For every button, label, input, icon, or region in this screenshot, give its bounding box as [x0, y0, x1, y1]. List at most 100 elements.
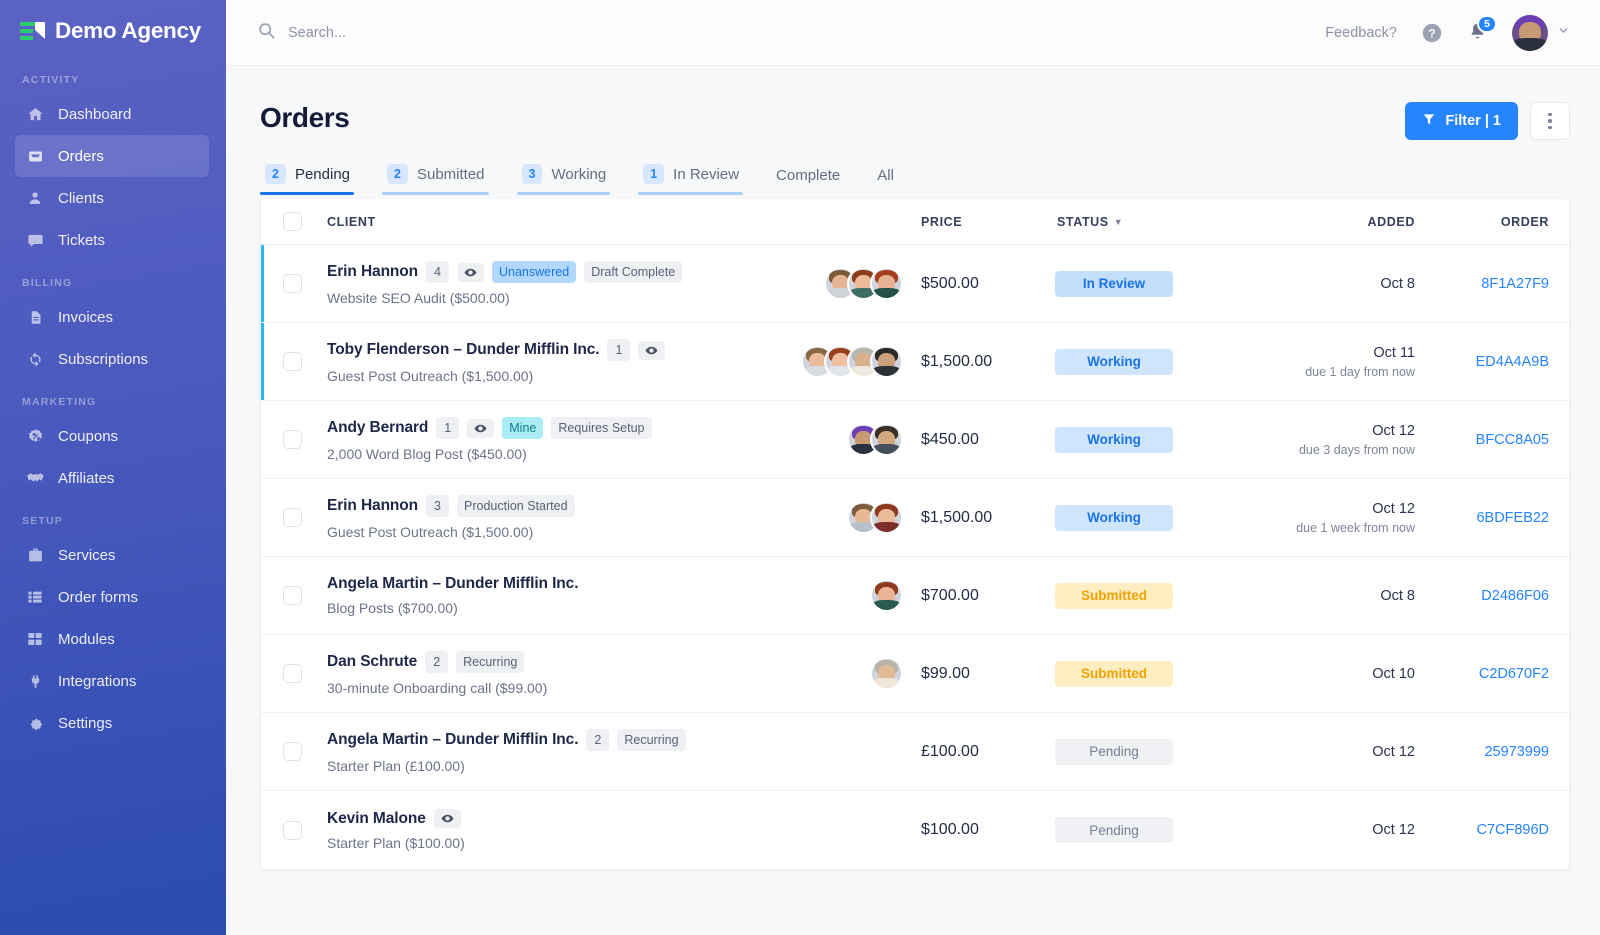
- added-cell: Oct 12: [1265, 822, 1415, 838]
- eye-icon[interactable]: [467, 419, 494, 438]
- price-cell: $700.00: [907, 587, 1055, 605]
- client-title-row: Toby Flenderson – Dunder Mifflin Inc.1: [327, 339, 767, 361]
- row-checkbox[interactable]: [283, 664, 302, 683]
- row-select-cell: [283, 508, 327, 527]
- search-input[interactable]: [288, 25, 608, 41]
- row-checkbox[interactable]: [283, 430, 302, 449]
- status-badge[interactable]: Submitted: [1055, 583, 1173, 609]
- row-checkbox[interactable]: [283, 274, 302, 293]
- header-order[interactable]: ORDER: [1415, 215, 1549, 229]
- tab-label: Submitted: [417, 166, 485, 183]
- order-id-link[interactable]: 8F1A27F9: [1481, 276, 1549, 292]
- filter-button-label: Filter | 1: [1445, 113, 1501, 129]
- eye-icon[interactable]: [457, 263, 484, 282]
- sidebar-item-integrations[interactable]: Integrations: [15, 660, 209, 702]
- filter-button[interactable]: Filter | 1: [1405, 102, 1518, 140]
- status-badge[interactable]: Working: [1055, 505, 1173, 531]
- sidebar-item-label: Subscriptions: [58, 351, 148, 368]
- table-row[interactable]: Toby Flenderson – Dunder Mifflin Inc.1Gu…: [261, 323, 1569, 401]
- user-menu[interactable]: [1512, 15, 1570, 51]
- header-client[interactable]: CLIENT: [327, 215, 767, 229]
- order-id-link[interactable]: 6BDFEB22: [1476, 510, 1549, 526]
- row-select-cell: [283, 586, 327, 605]
- row-checkbox[interactable]: [283, 821, 302, 840]
- sidebar-item-tickets[interactable]: Tickets: [15, 219, 209, 261]
- client-name[interactable]: Angela Martin – Dunder Mifflin Inc.: [327, 731, 578, 749]
- table-row[interactable]: Angela Martin – Dunder Mifflin Inc.Blog …: [261, 557, 1569, 635]
- status-badge[interactable]: Working: [1055, 427, 1173, 453]
- row-checkbox[interactable]: [283, 352, 302, 371]
- row-checkbox[interactable]: [283, 508, 302, 527]
- avatar: [870, 423, 903, 456]
- row-checkbox[interactable]: [283, 586, 302, 605]
- order-id-link[interactable]: C7CF896D: [1476, 822, 1549, 838]
- order-id-link[interactable]: BFCC8A05: [1476, 432, 1549, 448]
- order-id-link[interactable]: C2D670F2: [1479, 666, 1549, 682]
- header-added[interactable]: ADDED: [1265, 215, 1415, 229]
- client-name[interactable]: Kevin Malone: [327, 810, 426, 828]
- status-badge[interactable]: Submitted: [1055, 661, 1173, 687]
- status-tag: Mine: [502, 417, 543, 439]
- tab-working[interactable]: 3Working: [517, 164, 625, 195]
- more-vertical-icon[interactable]: [1530, 102, 1570, 140]
- row-checkbox[interactable]: [283, 742, 302, 761]
- help-circle-icon[interactable]: ?: [1421, 22, 1443, 44]
- status-badge[interactable]: Pending: [1055, 817, 1173, 843]
- sidebar-item-services[interactable]: Services: [15, 534, 209, 576]
- sidebar-item-coupons[interactable]: Coupons: [15, 415, 209, 457]
- client-name[interactable]: Andy Bernard: [327, 419, 428, 437]
- sidebar-item-orders[interactable]: Orders: [15, 135, 209, 177]
- status-cell: Working: [1055, 505, 1265, 531]
- bell-icon[interactable]: 5: [1467, 22, 1488, 43]
- sidebar-item-settings[interactable]: Settings: [15, 702, 209, 744]
- brand-name: Demo Agency: [55, 18, 201, 44]
- sidebar-item-clients[interactable]: Clients: [15, 177, 209, 219]
- table-row[interactable]: Erin Hannon4UnansweredDraft CompleteWebs…: [261, 245, 1569, 323]
- feedback-link[interactable]: Feedback?: [1325, 25, 1397, 41]
- sidebar-item-label: Invoices: [58, 309, 113, 326]
- table-row[interactable]: Andy Bernard1MineRequires Setup2,000 Wor…: [261, 401, 1569, 479]
- sidebar-item-affiliates[interactable]: Affiliates: [15, 457, 209, 499]
- tab-submitted[interactable]: 2Submitted: [382, 164, 503, 195]
- tab-in-review[interactable]: 1In Review: [638, 164, 757, 195]
- tab-all[interactable]: All: [872, 167, 912, 195]
- sidebar-item-invoices[interactable]: Invoices: [15, 296, 209, 338]
- header-status[interactable]: STATUS ▼: [1055, 215, 1265, 229]
- table-row[interactable]: Erin Hannon3Production StartedGuest Post…: [261, 479, 1569, 557]
- eye-icon[interactable]: [638, 341, 665, 360]
- client-name[interactable]: Toby Flenderson – Dunder Mifflin Inc.: [327, 341, 599, 359]
- price-value: $99.00: [921, 665, 970, 682]
- eye-icon[interactable]: [434, 809, 461, 828]
- sidebar-item-dashboard[interactable]: Dashboard: [15, 93, 209, 135]
- order-id-link[interactable]: ED4A4A9B: [1476, 354, 1549, 370]
- header-price[interactable]: PRICE: [907, 215, 1055, 229]
- status-badge[interactable]: In Review: [1055, 271, 1173, 297]
- client-name[interactable]: Angela Martin – Dunder Mifflin Inc.: [327, 575, 578, 593]
- order-id-link[interactable]: D2486F06: [1481, 588, 1549, 604]
- sidebar-item-modules[interactable]: Modules: [15, 618, 209, 660]
- client-name[interactable]: Dan Schrute: [327, 653, 417, 671]
- tab-pending[interactable]: 2Pending: [260, 164, 368, 195]
- table-row[interactable]: Angela Martin – Dunder Mifflin Inc.2Recu…: [261, 713, 1569, 791]
- sidebar-item-order-forms[interactable]: Order forms: [15, 576, 209, 618]
- order-id-link[interactable]: 25973999: [1484, 744, 1549, 760]
- client-cell: Kevin MaloneStarter Plan ($100.00): [327, 809, 767, 851]
- client-name[interactable]: Erin Hannon: [327, 497, 418, 515]
- sidebar-item-subscriptions[interactable]: Subscriptions: [15, 338, 209, 380]
- assignee-avatars: [767, 657, 907, 690]
- table-row[interactable]: Kevin MaloneStarter Plan ($100.00)$100.0…: [261, 791, 1569, 869]
- select-all-checkbox[interactable]: [283, 212, 302, 231]
- status-cell: Working: [1055, 349, 1265, 375]
- client-name[interactable]: Erin Hannon: [327, 263, 418, 281]
- added-cell: Oct 12due 3 days from now: [1265, 423, 1415, 457]
- avatar: [870, 267, 903, 300]
- status-badge[interactable]: Pending: [1055, 739, 1173, 765]
- added-date: Oct 12: [1265, 744, 1415, 760]
- client-cell: Erin Hannon3Production StartedGuest Post…: [327, 495, 767, 540]
- brand-logo[interactable]: Demo Agency: [0, 0, 226, 58]
- status-badge[interactable]: Working: [1055, 349, 1173, 375]
- sidebar: Demo Agency ACTIVITYDashboardOrdersClien…: [0, 0, 226, 935]
- search-box[interactable]: [258, 22, 1325, 44]
- table-row[interactable]: Dan Schrute2Recurring30-minute Onboardin…: [261, 635, 1569, 713]
- tab-complete[interactable]: Complete: [771, 167, 858, 195]
